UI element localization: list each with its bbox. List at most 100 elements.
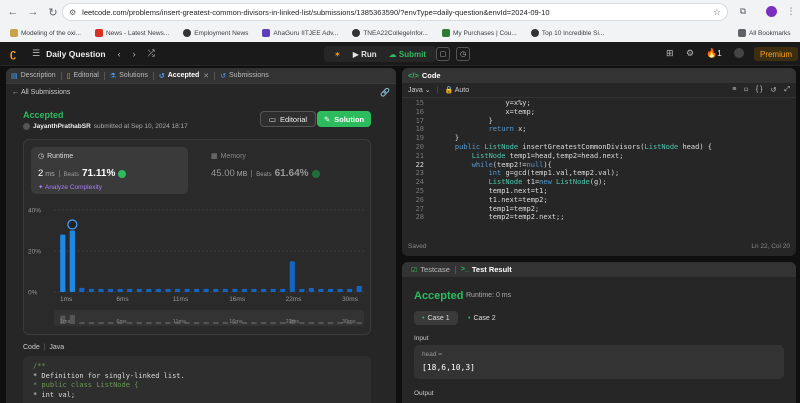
tab-description[interactable]: ▤ Description [6, 72, 61, 80]
leetcode-logo-icon[interactable]: ʗ [10, 48, 22, 60]
chart-bar[interactable] [127, 288, 133, 292]
chart-bar[interactable] [270, 288, 276, 292]
editorial-button[interactable]: ▭ Editorial [260, 111, 316, 127]
case-2-tab[interactable]: • Case 2 [460, 311, 504, 325]
tab-testcase[interactable]: ☑ Testcase [406, 265, 455, 274]
chart-bar[interactable] [184, 288, 190, 292]
runtime-distribution-chart[interactable]: 40% 20% 0% 1ms 6ms 11ms 16ms 22ms 30ms 1ms 6ms 11ms… [24, 200, 372, 336]
chart-bar[interactable] [213, 288, 219, 292]
chart-bar[interactable] [232, 288, 238, 292]
site-info-icon[interactable]: ⚙ [69, 8, 76, 17]
shuffle-icon[interactable]: ⤮ [148, 48, 155, 59]
extensions-icon[interactable]: ⧉ [736, 4, 750, 18]
solution-button[interactable]: ✎ Solution [317, 111, 371, 127]
code-line[interactable]: 24 ListNode t1=new ListNode(g); [402, 178, 796, 187]
chart-bar[interactable] [155, 288, 162, 292]
bookmark-star-icon[interactable]: ☆ [713, 7, 721, 18]
run-button[interactable]: ▶ Run [347, 46, 383, 62]
settings-icon[interactable]: ⚙ [686, 48, 694, 59]
chart-bar[interactable] [194, 288, 200, 292]
bookmark-icon[interactable]: ⌑ [744, 86, 748, 94]
code-line[interactable]: 27 temp1=temp2; [402, 205, 796, 214]
debug-icon[interactable]: ✶ [328, 46, 347, 62]
next-question-icon[interactable]: › [133, 49, 136, 59]
code-line[interactable]: 23 int g=gcd(temp1.val,temp2.val); [402, 169, 796, 178]
code-line[interactable]: 20 public ListNode insertGreatestCommonD… [402, 143, 796, 152]
chart-bar[interactable] [347, 288, 353, 292]
problem-list-icon[interactable]: ☰ [32, 48, 40, 59]
code-line[interactable]: 26 t1.next=temp2; [402, 196, 796, 205]
avatar[interactable] [23, 123, 30, 130]
chart-bar[interactable] [260, 288, 267, 292]
all-submissions-link[interactable]: ← All Submissions [12, 89, 70, 96]
chart-bar[interactable] [98, 288, 104, 292]
all-bookmarks[interactable]: All Bookmarks [738, 29, 791, 37]
chart-bar[interactable] [117, 288, 123, 292]
username[interactable]: JayanthPrathabSR [33, 123, 91, 130]
bookmark-item[interactable]: Top 10 Incredible Si... [530, 29, 604, 37]
code-line[interactable]: 25 temp1.next=t1; [402, 187, 796, 196]
layout-icon[interactable]: ⊞ [666, 48, 674, 59]
analyze-complexity-link[interactable]: ✦ Analyze Complexity [38, 183, 181, 191]
chart-bar[interactable] [222, 288, 228, 292]
code-line[interactable]: 15 y=x%y; [402, 99, 796, 108]
case-1-tab[interactable]: • Case 1 [414, 311, 458, 325]
bookmark-item[interactable]: My Purchases | Cou... [442, 29, 517, 37]
chart-bar[interactable] [146, 288, 152, 292]
chart-bar[interactable] [136, 288, 142, 292]
format-icon[interactable]: ≡ [732, 86, 736, 94]
chart-bar[interactable] [165, 288, 171, 292]
tab-editorial[interactable]: ▯ Editorial [62, 72, 104, 80]
tab-test-result[interactable]: >_ Test Result [456, 265, 517, 274]
submitted-code[interactable]: /** * Definition for singly-linked list.… [23, 356, 371, 403]
code-line[interactable]: 17 } [402, 117, 796, 126]
user-avatar[interactable] [734, 48, 744, 58]
back-icon[interactable]: ← [6, 5, 20, 19]
bookmark-item[interactable]: TNEA22CollegeInfor... [352, 29, 428, 37]
chart-bar[interactable] [308, 287, 315, 292]
code-editor[interactable]: 15 y=x%y; 16 x=temp; 17 } 18 return x; 19 } 2… [402, 99, 796, 239]
notes-icon[interactable]: ▢ [436, 47, 450, 61]
bookmark-item[interactable]: Employment News [183, 29, 248, 37]
prev-question-icon[interactable]: ‹ [118, 49, 121, 59]
chart-bar[interactable] [203, 288, 209, 292]
memory-box[interactable]: ▦ Memory 45.00 MB Beats 61.64% [204, 147, 364, 194]
code-line[interactable]: 19 } [402, 134, 796, 143]
braces-icon[interactable]: { } [756, 86, 763, 94]
forward-icon[interactable]: → [26, 5, 40, 19]
reset-icon[interactable]: ↺ [771, 86, 777, 94]
profile-avatar[interactable] [764, 4, 778, 18]
url-bar[interactable]: ⚙ leetcode.com/problems/insert-greatest-… [62, 3, 728, 21]
chart-bar[interactable] [299, 288, 305, 292]
chart-bar[interactable] [289, 261, 295, 292]
premium-button[interactable]: Premium [754, 47, 798, 61]
chart-bar[interactable] [79, 287, 85, 292]
timer-icon[interactable]: ◷ [456, 47, 470, 61]
chart-bar[interactable] [337, 288, 343, 292]
fullscreen-icon[interactable]: ⤢ [784, 86, 790, 94]
chart-bar[interactable] [280, 288, 286, 292]
submit-button[interactable]: ☁ Submit [383, 46, 432, 62]
daily-question-title[interactable]: Daily Question [46, 49, 106, 59]
chart-bar[interactable] [241, 288, 248, 292]
code-line[interactable]: 18 return x; [402, 125, 796, 134]
chart-bar[interactable] [251, 288, 257, 292]
runtime-box[interactable]: ◷ Runtime 2 ms Beats 71.11% ✦ Analyze Com… [31, 147, 188, 194]
menu-icon[interactable]: ⋮ [784, 4, 798, 18]
close-tab-icon[interactable]: ✕ [203, 72, 209, 80]
code-line[interactable]: 22 while(temp2!=null){ [402, 161, 796, 170]
code-line[interactable]: 21 ListNode temp1=head,temp2=head.next; [402, 152, 796, 161]
auto-mode-toggle[interactable]: 🔒 Auto [444, 86, 469, 94]
tab-solutions[interactable]: ⚗ Solutions [105, 72, 153, 80]
reload-icon[interactable]: ↻ [46, 5, 60, 19]
bookmark-item[interactable]: Modeling of the oxi... [10, 29, 81, 37]
chart-bar[interactable] [327, 288, 334, 292]
chart-bar[interactable] [356, 285, 362, 292]
code-line[interactable]: 28 temp2=temp2.next;; [402, 213, 796, 222]
streak-fire-icon[interactable]: 🔥1 [706, 48, 722, 59]
chart-bar[interactable] [107, 288, 114, 292]
chart-bar[interactable] [60, 234, 66, 292]
bookmark-item[interactable]: News - Latest News... [94, 29, 169, 37]
chart-bar[interactable] [174, 288, 181, 292]
share-link-icon[interactable]: 🔗 [380, 88, 390, 97]
